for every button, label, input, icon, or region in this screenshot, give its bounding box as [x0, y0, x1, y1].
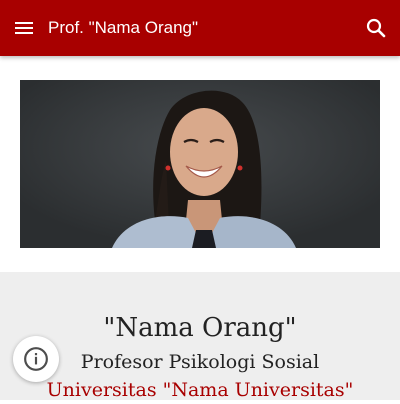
app-bar: Prof. "Nama Orang": [0, 0, 400, 56]
search-button[interactable]: [362, 14, 390, 42]
person-role: Profesor Psikologi Sosial: [80, 351, 320, 373]
info-icon: [24, 347, 48, 371]
info-button[interactable]: [13, 336, 59, 382]
page-title: Prof. "Nama Orang": [48, 18, 199, 37]
hero-photo: [20, 80, 380, 248]
search-icon: [366, 18, 386, 38]
menu-button[interactable]: [10, 14, 38, 42]
profile-section: "Nama Orang" Profesor Psikologi Sosial U…: [0, 272, 400, 401]
menu-icon: [15, 22, 33, 34]
portrait-photo: [20, 80, 380, 248]
person-name: "Nama Orang": [103, 313, 297, 343]
